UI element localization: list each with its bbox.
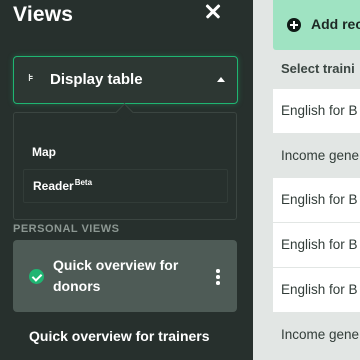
more-options-icon[interactable] <box>216 269 220 285</box>
personal-views-heading: PERSONAL VIEWS <box>13 223 120 235</box>
add-record-button[interactable]: Add rec <box>273 0 360 50</box>
main-content: Add rec Select traini English for B Inco… <box>253 0 360 360</box>
dropdown-item-reader-label: Reader <box>33 179 74 193</box>
views-sidebar: Views ⊧ Display table Map ReaderBeta PER… <box>0 0 253 360</box>
dropdown-item-reader[interactable]: ReaderBeta <box>23 169 228 203</box>
table-row[interactable]: English for B <box>273 89 360 133</box>
table-row[interactable]: English for B <box>273 268 360 312</box>
table-row[interactable]: Income gene <box>273 313 360 357</box>
table-row[interactable]: English for B <box>273 178 360 222</box>
dropdown-item-map-label: Map <box>32 145 56 159</box>
view-type-select[interactable]: ⊧ Display table <box>13 56 238 104</box>
sidebar-title: Views <box>13 3 74 26</box>
view-type-dropdown: Map ReaderBeta <box>13 112 237 220</box>
dropdown-item-map[interactable]: Map <box>23 135 228 169</box>
view-type-label: Display table <box>50 71 143 88</box>
chevron-up-icon <box>217 77 225 82</box>
beta-badge: Beta <box>74 178 93 187</box>
table-icon: ⊧ <box>28 73 34 84</box>
table-row[interactable]: English for B <box>273 223 360 267</box>
personal-view-label: Quick overview for trainers <box>29 328 210 344</box>
check-circle-icon <box>29 269 44 284</box>
personal-view-item[interactable]: Quick overview for donors <box>13 240 237 312</box>
table-row[interactable]: Income gene <box>273 134 360 178</box>
column-header: Select traini <box>281 61 355 76</box>
close-icon[interactable] <box>203 0 223 24</box>
personal-view-label: Quick overview for donors <box>53 257 179 294</box>
add-record-label: Add rec <box>311 16 360 32</box>
personal-view-item[interactable]: Quick overview for trainers <box>29 328 210 344</box>
plus-circle-icon <box>287 18 301 32</box>
